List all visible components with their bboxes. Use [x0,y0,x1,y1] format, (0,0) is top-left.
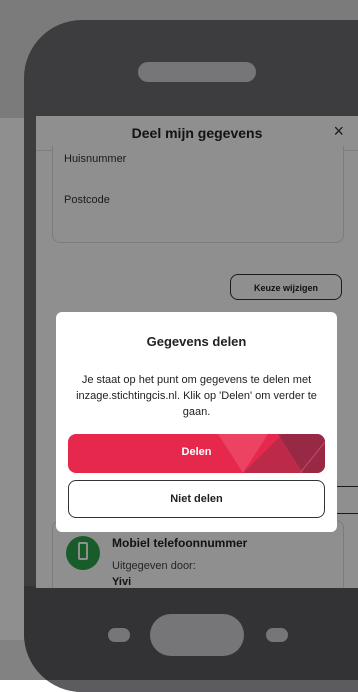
share-button[interactable]: Delen [68,434,325,473]
decline-button[interactable]: Niet delen [68,480,325,518]
decline-button-label: Niet delen [170,493,223,505]
dialog-title: Gegevens delen [146,334,247,349]
dialog-message: Je staat op het punt om gegevens te dele… [76,374,317,418]
share-dialog: Gegevens delen Je staat op het punt om g… [56,312,337,532]
share-button-label: Delen [181,446,212,458]
